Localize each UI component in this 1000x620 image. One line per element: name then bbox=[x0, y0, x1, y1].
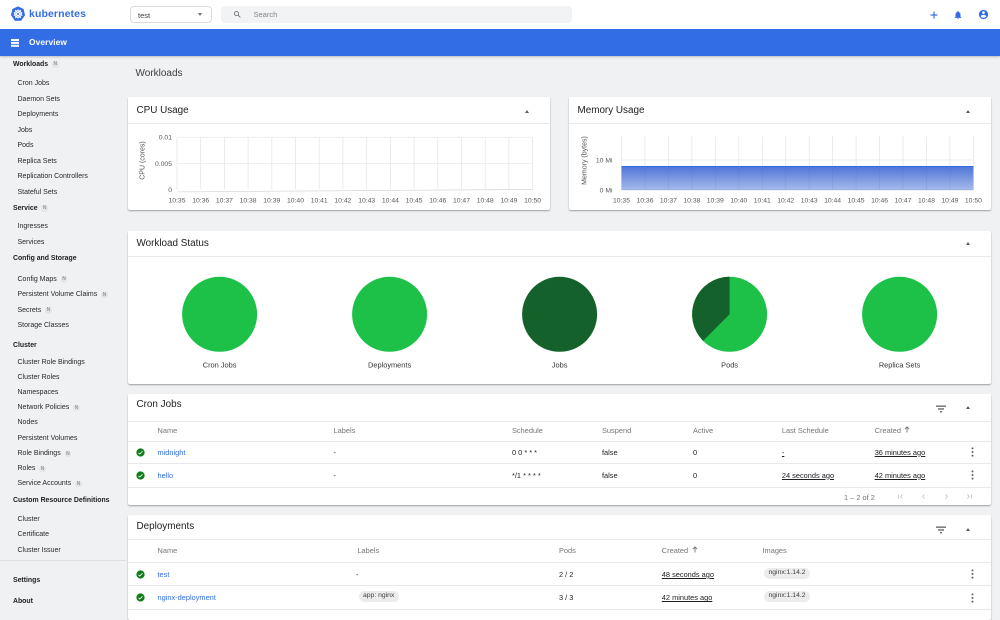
svg-text:10:41: 10:41 bbox=[311, 197, 328, 204]
svg-text:Replica Sets: Replica Sets bbox=[879, 360, 921, 369]
svg-text:Memory (bytes): Memory (bytes) bbox=[582, 136, 589, 185]
svg-text:10:46: 10:46 bbox=[429, 197, 446, 204]
svg-text:0.005: 0.005 bbox=[155, 160, 172, 167]
svg-text:10:47: 10:47 bbox=[453, 197, 470, 204]
svg-text:10:39: 10:39 bbox=[707, 197, 724, 204]
svg-text:10:38: 10:38 bbox=[683, 197, 700, 204]
svg-text:0: 0 bbox=[168, 186, 172, 193]
svg-text:10:36: 10:36 bbox=[192, 197, 209, 204]
svg-text:Deployments: Deployments bbox=[368, 360, 411, 369]
svg-text:10:49: 10:49 bbox=[941, 197, 958, 204]
svg-text:10:35: 10:35 bbox=[168, 197, 185, 204]
svg-text:10:46: 10:46 bbox=[871, 197, 888, 204]
svg-text:10:45: 10:45 bbox=[848, 197, 865, 204]
svg-text:CPU (cores): CPU (cores) bbox=[140, 141, 147, 180]
svg-text:10:50: 10:50 bbox=[965, 197, 982, 204]
svg-text:10:37: 10:37 bbox=[660, 197, 677, 204]
svg-text:10:50: 10:50 bbox=[524, 197, 541, 204]
svg-text:10:47: 10:47 bbox=[894, 197, 911, 204]
svg-text:10:44: 10:44 bbox=[382, 197, 399, 204]
svg-text:10:40: 10:40 bbox=[730, 197, 747, 204]
svg-text:10:42: 10:42 bbox=[777, 197, 794, 204]
svg-text:10:48: 10:48 bbox=[477, 197, 494, 204]
svg-text:10:35: 10:35 bbox=[613, 197, 630, 204]
svg-text:10:39: 10:39 bbox=[263, 197, 280, 204]
svg-text:10:43: 10:43 bbox=[358, 197, 375, 204]
svg-text:10:40: 10:40 bbox=[287, 197, 304, 204]
svg-text:10:38: 10:38 bbox=[240, 197, 257, 204]
svg-text:0.01: 0.01 bbox=[159, 134, 172, 141]
svg-text:10:43: 10:43 bbox=[801, 197, 818, 204]
svg-text:10 Mi: 10 Mi bbox=[596, 157, 613, 164]
svg-text:10:48: 10:48 bbox=[918, 197, 935, 204]
svg-text:0 Mi: 0 Mi bbox=[600, 187, 613, 194]
svg-text:10:36: 10:36 bbox=[636, 197, 653, 204]
svg-text:10:49: 10:49 bbox=[500, 197, 517, 204]
svg-text:10:37: 10:37 bbox=[216, 197, 233, 204]
svg-text:10:42: 10:42 bbox=[334, 197, 351, 204]
svg-text:Pods: Pods bbox=[721, 360, 738, 369]
svg-text:10:45: 10:45 bbox=[406, 197, 423, 204]
svg-text:Cron Jobs: Cron Jobs bbox=[203, 360, 237, 369]
svg-text:10:41: 10:41 bbox=[754, 197, 771, 204]
svg-text:Jobs: Jobs bbox=[552, 360, 568, 369]
svg-text:10:44: 10:44 bbox=[824, 197, 841, 204]
